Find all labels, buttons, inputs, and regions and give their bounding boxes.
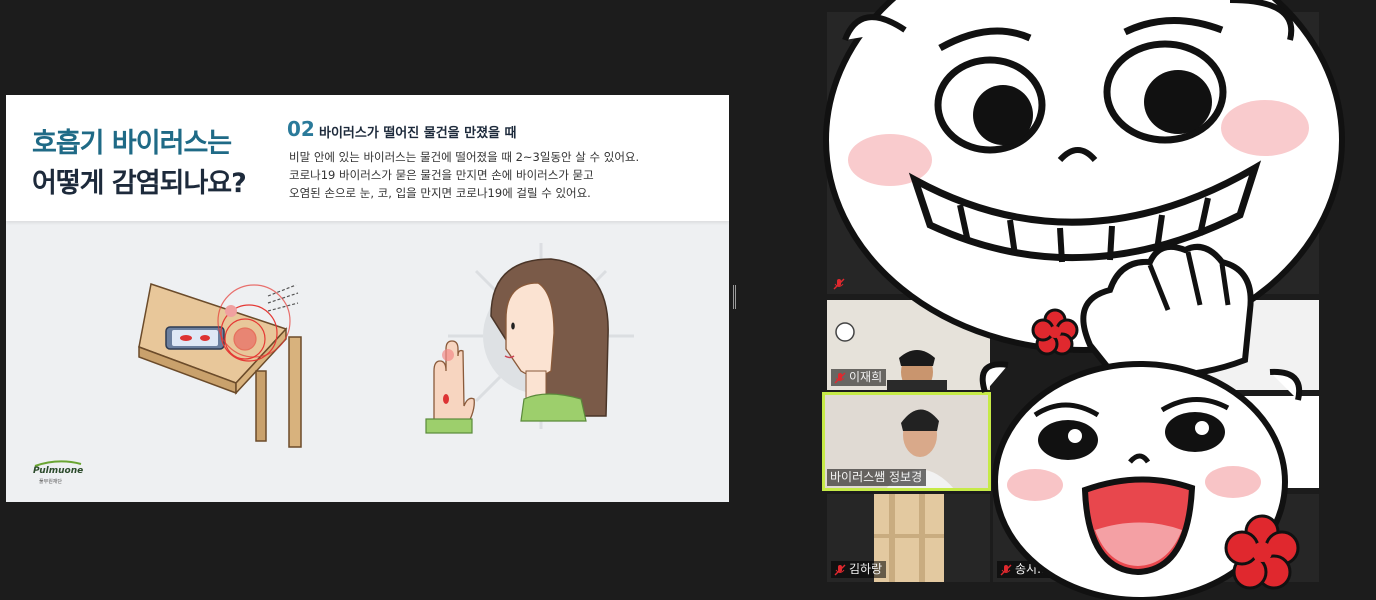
video-tile-participant[interactable]: 송시... bbox=[993, 494, 1156, 582]
participant-name: 송시... bbox=[1015, 562, 1049, 576]
slide-title-line-1: 호흡기 바이러스는 bbox=[32, 128, 232, 159]
video-tile[interactable] bbox=[993, 12, 1319, 294]
hand-icon bbox=[425, 340, 475, 434]
body-text-line: 비말 안에 있는 바이러스는 물건에 떨어졌을 때 2~3일동안 살 수 있어요… bbox=[289, 150, 640, 164]
participant-name-label: 김하랑 bbox=[831, 561, 887, 578]
contaminated-object-illustration bbox=[138, 243, 634, 448]
section-heading: 바이러스가 떨어진 물건을 만졌을 때 bbox=[319, 126, 517, 141]
slide-header: 호흡기 바이러스는 어떻게 감염되나요? 02 바이러스가 떨어진 물건을 만졌… bbox=[6, 95, 729, 221]
woman-icon bbox=[490, 258, 609, 422]
body-text-line: 코로나19 바이러스가 묻은 물건을 만지면 손에 바이러스가 묻고 bbox=[289, 168, 594, 182]
participant-name-label: 송시... bbox=[997, 561, 1053, 578]
participant-name: 바이러스쌤 정보경 bbox=[830, 470, 923, 484]
video-tile[interactable] bbox=[1159, 300, 1319, 390]
video-tile[interactable] bbox=[1159, 396, 1319, 488]
slide-title-line-2: 어떻게 감염되나요? bbox=[32, 168, 247, 199]
panel-splitter-handle[interactable] bbox=[733, 285, 736, 309]
shared-screen-slide: 호흡기 바이러스는 어떻게 감염되나요? 02 바이러스가 떨어진 물건을 만졌… bbox=[6, 95, 729, 502]
video-tile[interactable] bbox=[1159, 494, 1319, 582]
muted-mic-icon bbox=[834, 564, 846, 575]
participant-name-label: 바이러스쌤 정보경 bbox=[827, 469, 927, 486]
muted-mic-icon bbox=[1000, 564, 1012, 575]
smartphone-icon bbox=[165, 326, 225, 350]
muted-mic-icon bbox=[834, 372, 846, 383]
muted-mic-icon bbox=[833, 278, 845, 290]
body-text-line: 오염된 손으로 눈, 코, 입을 만지면 코로나19에 걸릴 수 있어요. bbox=[289, 186, 591, 200]
participant-name: 이재희 bbox=[849, 370, 883, 384]
section-number: 02 bbox=[287, 117, 315, 141]
video-tile-participant[interactable]: 김하랑 bbox=[827, 494, 990, 582]
participant-name: 김하랑 bbox=[849, 562, 883, 576]
brand-name: Pulmuone bbox=[33, 466, 84, 476]
participant-video-gallery: 이재희 바이러스쌤 정보경 김하랑 송시... bbox=[822, 0, 1376, 600]
video-tile-active-speaker[interactable]: 바이러스쌤 정보경 bbox=[822, 392, 991, 491]
participant-name-label: 이재희 bbox=[831, 369, 887, 386]
video-tile-participant[interactable]: 이재희 bbox=[827, 300, 990, 390]
video-tile[interactable] bbox=[827, 12, 990, 294]
brand-subtitle: 풀무원재단 bbox=[39, 479, 63, 485]
